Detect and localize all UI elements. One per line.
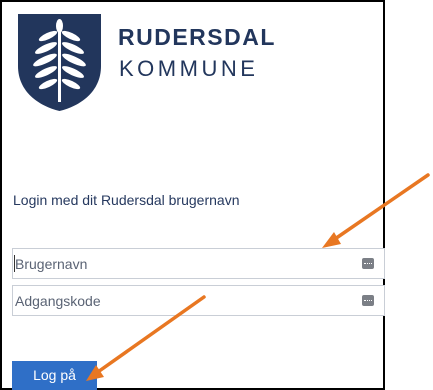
key-icon[interactable] xyxy=(362,258,374,269)
login-heading: Login med dit Rudersdal brugernavn xyxy=(13,192,240,208)
login-button[interactable]: Log på xyxy=(12,361,97,390)
username-field[interactable] xyxy=(12,248,385,279)
login-panel: RUDERSDAL KOMMUNE Login med dit Rudersda… xyxy=(0,0,385,390)
password-input[interactable] xyxy=(13,286,345,315)
password-field[interactable] xyxy=(12,285,385,316)
key-icon[interactable] xyxy=(362,295,374,306)
brand-name: RUDERSDAL xyxy=(118,24,276,50)
brand-subtitle: KOMMUNE xyxy=(119,56,259,81)
logo-shield-icon xyxy=(18,14,101,111)
username-input[interactable] xyxy=(13,249,345,278)
